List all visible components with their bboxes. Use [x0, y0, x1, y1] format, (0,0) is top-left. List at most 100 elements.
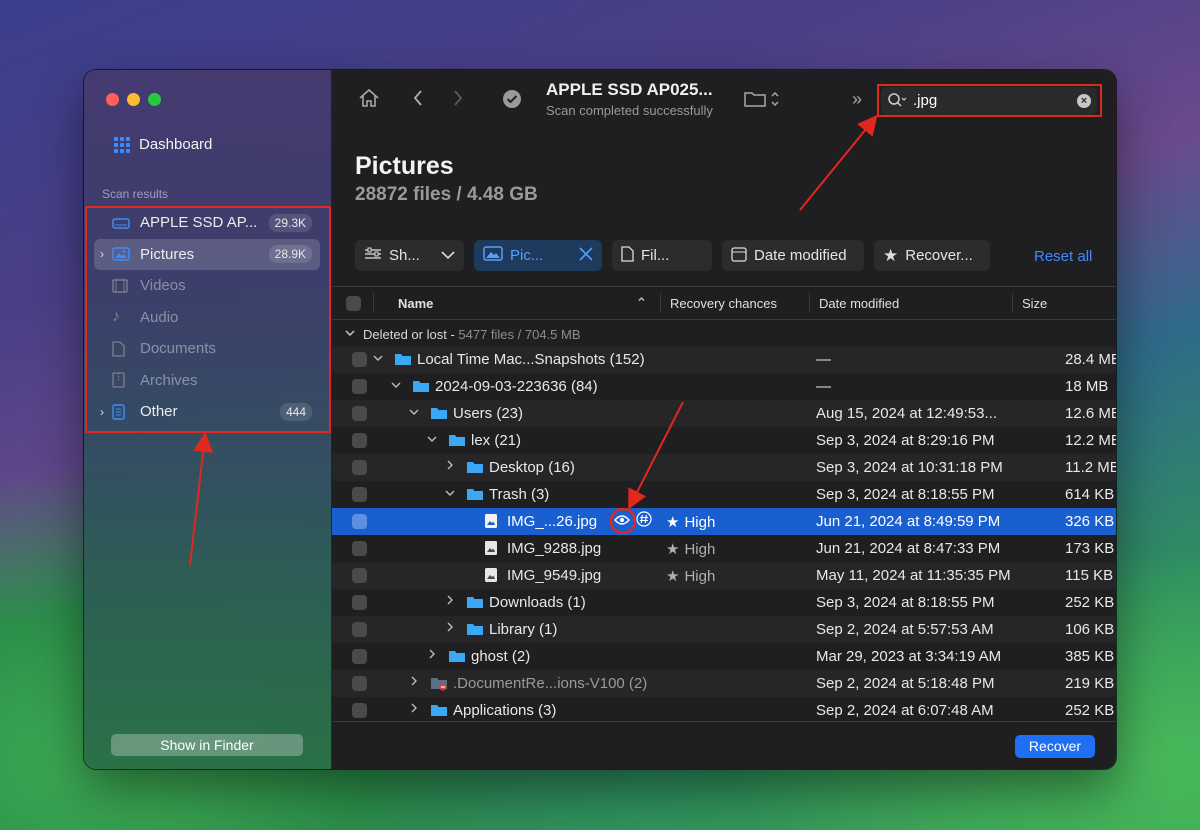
row-checkbox[interactable]	[352, 352, 367, 367]
file-type-filter-button[interactable]: Fil...	[612, 240, 712, 271]
chevron-right-icon[interactable]	[410, 675, 418, 689]
row-name: Library (1)	[489, 621, 558, 638]
remove-filter-icon[interactable]	[579, 246, 593, 265]
dashboard-label: Dashboard	[139, 136, 213, 153]
sidebar-item-pictures[interactable]: › Pictures 28.9K	[94, 238, 320, 270]
chevron-right-icon[interactable]	[428, 648, 436, 662]
home-icon[interactable]	[358, 88, 380, 114]
close-window-button[interactable]	[106, 93, 119, 106]
table-row[interactable]: Users (23) Aug 15, 2024 at 12:49:53... 1…	[332, 400, 1116, 427]
row-checkbox[interactable]	[352, 514, 367, 529]
sidebar-item-other[interactable]: › Other 444	[94, 396, 320, 428]
sidebar-item-videos[interactable]: Videos	[94, 270, 320, 302]
row-date: —	[816, 351, 831, 368]
folder-icon	[466, 594, 484, 613]
dashboard-grid-icon	[114, 136, 130, 153]
row-date: Sep 2, 2024 at 5:57:53 AM	[816, 621, 994, 638]
sidebar-item-documents[interactable]: Documents	[94, 333, 320, 365]
clear-search-icon[interactable]: ×	[1077, 94, 1091, 108]
search-input[interactable]: .jpg	[913, 92, 937, 109]
table-row[interactable]: 2024-09-03-223636 (84) — 18 MB	[332, 373, 1116, 400]
chevron-right-icon[interactable]	[410, 702, 418, 716]
chevron-down-icon[interactable]	[409, 405, 419, 419]
select-all-checkbox[interactable]	[346, 296, 361, 311]
row-checkbox[interactable]	[352, 541, 367, 556]
scan-results-list: APPLE SSD AP... 29.3K › Pictures 28.9K V…	[94, 207, 320, 428]
group-header-deleted-or-lost[interactable]: Deleted or lost - 5477 files / 704.5 MB	[332, 320, 1116, 346]
show-filter-button[interactable]: Sh...	[355, 240, 464, 271]
toolbar: APPLE SSD AP025... Scan completed succes…	[332, 70, 1116, 128]
row-size: 106 KB	[1065, 621, 1115, 638]
recover-button[interactable]: Recover	[1015, 735, 1095, 758]
star-icon: ★	[883, 245, 899, 265]
chevron-down-icon[interactable]	[345, 325, 355, 340]
table-row[interactable]: Applications (3) Sep 2, 2024 at 6:07:48 …	[332, 697, 1116, 724]
table-row[interactable]: ghost (2) Mar 29, 2023 at 3:34:19 AM 385…	[332, 643, 1116, 670]
row-checkbox[interactable]	[352, 487, 367, 502]
column-recovery-chances[interactable]: Recovery chances	[670, 296, 777, 311]
window-controls	[106, 93, 161, 106]
chevron-down-icon[interactable]	[427, 432, 437, 446]
table-row[interactable]: lex (21) Sep 3, 2024 at 8:29:16 PM 12.2 …	[332, 427, 1116, 454]
table-row[interactable]: Library (1) Sep 2, 2024 at 5:57:53 AM 10…	[332, 616, 1116, 643]
row-checkbox[interactable]	[352, 433, 367, 448]
chevron-down-icon[interactable]	[391, 378, 401, 392]
reset-all-link[interactable]: Reset all	[1034, 248, 1092, 265]
chevron-right-icon[interactable]	[446, 621, 454, 635]
chevron-right-icon[interactable]: ›	[100, 405, 112, 419]
count-badge: 28.9K	[268, 245, 312, 264]
chevron-down-icon[interactable]	[373, 351, 383, 365]
table-row[interactable]: Trash (3) Sep 3, 2024 at 8:18:55 PM 614 …	[332, 481, 1116, 508]
sidebar-item-audio[interactable]: ♪ Audio	[94, 302, 320, 334]
column-size[interactable]: Size	[1022, 296, 1047, 311]
table-row[interactable]: .DocumentRe...ions-V100 (2) Sep 2, 2024 …	[332, 670, 1116, 697]
row-date: May 11, 2024 at 11:35:35 PM	[816, 567, 1011, 584]
sidebar-item-apple-ssd[interactable]: APPLE SSD AP... 29.3K	[94, 207, 320, 239]
recovery-chances-filter-button[interactable]: ★ Recover...	[874, 240, 990, 271]
preview-eye-icon[interactable]	[614, 513, 630, 530]
table-row[interactable]: IMG_9549.jpg ★ High May 11, 2024 at 11:35…	[332, 562, 1116, 589]
date-modified-filter-button[interactable]: Date modified	[722, 240, 864, 271]
row-checkbox[interactable]	[352, 676, 367, 691]
chevron-right-icon[interactable]	[446, 594, 454, 608]
row-checkbox[interactable]	[352, 649, 367, 664]
minimize-window-button[interactable]	[127, 93, 140, 106]
row-checkbox[interactable]	[352, 379, 367, 394]
sidebar-item-label: Documents	[140, 340, 216, 358]
folder-icon	[394, 351, 412, 370]
column-name[interactable]: Name	[398, 296, 433, 311]
chevron-right-icon[interactable]	[446, 459, 454, 473]
row-name: lex (21)	[471, 432, 522, 449]
table-row[interactable]: IMG_9288.jpg ★ High Jun 21, 2024 at 8:47:…	[332, 535, 1116, 562]
row-checkbox[interactable]	[352, 406, 367, 421]
search-field[interactable]: .jpg ×	[881, 87, 1097, 115]
chevron-down-icon	[441, 247, 455, 264]
row-checkbox[interactable]	[352, 568, 367, 583]
table-row[interactable]: Desktop (16) Sep 3, 2024 at 10:31:18 PM …	[332, 454, 1116, 481]
table-row-selected[interactable]: IMG_...26.jpg ★ High Jun 21, 2024 at 8:49…	[332, 508, 1116, 535]
row-checkbox[interactable]	[352, 703, 367, 718]
chevron-down-icon[interactable]	[445, 486, 455, 500]
row-checkbox[interactable]	[352, 595, 367, 610]
forward-icon[interactable]	[452, 88, 464, 114]
folder-selector-icon[interactable]	[744, 89, 784, 115]
zoom-window-button[interactable]	[148, 93, 161, 106]
folder-icon	[412, 378, 430, 397]
show-in-finder-button[interactable]: Show in Finder	[111, 734, 303, 756]
row-name: IMG_...26.jpg	[507, 513, 598, 530]
row-checkbox[interactable]	[352, 622, 367, 637]
hash-icon[interactable]	[636, 511, 652, 531]
main-panel: APPLE SSD AP025... Scan completed succes…	[332, 70, 1116, 769]
sort-ascending-icon[interactable]: ⌃	[636, 295, 647, 311]
pictures-filter-chip[interactable]: Pic...	[474, 240, 602, 271]
table-row[interactable]: Local Time Mac...Snapshots (152) — 28.4 …	[332, 346, 1116, 373]
chevron-right-icon[interactable]: ›	[100, 247, 112, 261]
archive-icon	[112, 372, 134, 388]
row-checkbox[interactable]	[352, 460, 367, 475]
back-icon[interactable]	[412, 88, 424, 114]
table-row[interactable]: Downloads (1) Sep 3, 2024 at 8:18:55 PM …	[332, 589, 1116, 616]
overflow-chevrons-icon[interactable]: »	[852, 89, 862, 110]
column-date-modified[interactable]: Date modified	[819, 296, 899, 311]
sidebar-item-archives[interactable]: Archives	[94, 365, 320, 397]
sidebar-item-dashboard[interactable]: Dashboard	[114, 136, 212, 153]
